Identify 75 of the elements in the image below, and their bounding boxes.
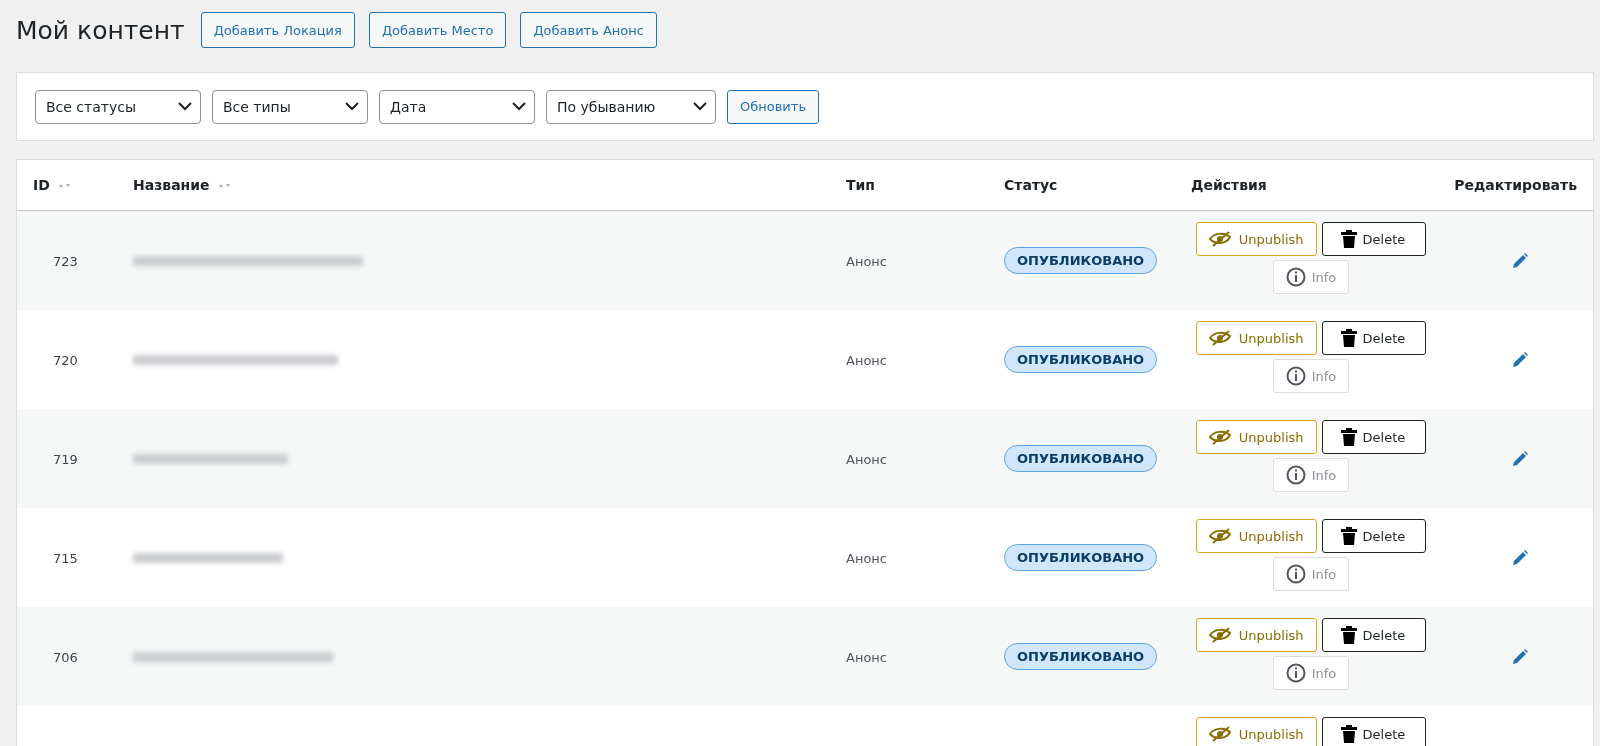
eye-slash-icon [1208, 627, 1233, 643]
pencil-icon[interactable] [1511, 449, 1529, 468]
filter-select[interactable]: Дата [379, 89, 535, 124]
status-badge: ОПУБЛИКОВАНО [1004, 445, 1158, 472]
trash-icon [1340, 725, 1357, 743]
filter-select[interactable]: Все типы [212, 89, 368, 124]
info-button[interactable]: Info [1272, 359, 1350, 393]
status-badge: ОПУБЛИКОВАНО [1004, 247, 1158, 274]
id-cell-text: 720 [52, 353, 78, 368]
trash-icon [1340, 230, 1357, 248]
status-badge: ОПУБЛИКОВАНО [1004, 544, 1158, 571]
unpublish-button[interactable]: Unpublish [1195, 321, 1317, 355]
eye-slash-icon [1208, 330, 1233, 346]
eye-slash-icon [1208, 726, 1233, 742]
delete-button[interactable]: Delete [1321, 717, 1427, 746]
type-cell: Анонс [846, 650, 887, 665]
sort-arrows-icon [57, 182, 72, 188]
column-header[interactable]: Название [133, 177, 210, 193]
unpublish-button[interactable]: Unpublish [1195, 717, 1317, 746]
id-cell-text: 719 [52, 452, 78, 467]
info-icon [1285, 663, 1306, 683]
eye-slash-icon [1208, 528, 1233, 544]
column-header: Редактировать [1454, 177, 1577, 193]
unpublish-button[interactable]: Unpublish [1195, 519, 1317, 553]
status-badge: ОПУБЛИКОВАНО [1004, 643, 1158, 670]
add-button[interactable]: Добавить Место [368, 12, 507, 48]
sort-arrows-icon [217, 182, 232, 188]
info-icon [1285, 267, 1306, 287]
pencil-icon[interactable] [1511, 251, 1529, 270]
column-header: Тип [846, 177, 876, 193]
pencil-icon[interactable] [1511, 647, 1529, 666]
info-icon [1285, 366, 1306, 386]
column-header: Статус [1004, 177, 1058, 193]
add-button[interactable]: Добавить Анонс [520, 12, 657, 48]
trash-icon [1340, 428, 1357, 446]
add-button[interactable]: Добавить Локация [200, 12, 355, 48]
delete-button[interactable]: Delete [1321, 420, 1427, 454]
chevron-down-icon [512, 102, 526, 111]
info-icon [1285, 465, 1306, 485]
page-title: Мой контент [16, 15, 186, 45]
info-button[interactable]: Info [1272, 260, 1350, 294]
column-header: Действия [1191, 177, 1267, 193]
trash-icon [1340, 527, 1357, 545]
info-button[interactable]: Info [1272, 458, 1350, 492]
column-header[interactable]: ID [33, 177, 50, 193]
filter-select[interactable]: Все статусы [35, 89, 201, 124]
eye-slash-icon [1208, 429, 1233, 445]
type-cell: Анонс [846, 551, 887, 566]
filter-select[interactable]: По убыванию [546, 89, 716, 124]
type-cell: Анонс [846, 452, 887, 467]
delete-button[interactable]: Delete [1321, 321, 1427, 355]
id-cell-text: 723 [52, 254, 78, 269]
type-cell: Анонс [846, 254, 887, 269]
pencil-icon[interactable] [1511, 548, 1529, 567]
info-button[interactable]: Info [1272, 656, 1350, 690]
chevron-down-icon [693, 102, 707, 111]
eye-slash-icon [1208, 231, 1233, 247]
id-cell-text: 715 [52, 551, 78, 566]
unpublish-button[interactable]: Unpublish [1195, 420, 1317, 454]
delete-button[interactable]: Delete [1321, 519, 1427, 553]
delete-button[interactable]: Delete [1321, 618, 1427, 652]
unpublish-button[interactable]: Unpublish [1195, 618, 1317, 652]
refresh-button[interactable]: Обновить [727, 89, 820, 124]
chevron-down-icon [345, 102, 359, 111]
type-cell: Анонс [846, 353, 887, 368]
chevron-down-icon [178, 102, 192, 111]
trash-icon [1340, 329, 1357, 347]
pencil-icon[interactable] [1511, 350, 1529, 369]
trash-icon [1340, 626, 1357, 644]
info-icon [1285, 564, 1306, 584]
id-cell-text: 706 [52, 650, 78, 665]
delete-button[interactable]: Delete [1321, 222, 1427, 256]
info-button[interactable]: Info [1272, 557, 1350, 591]
status-badge: ОПУБЛИКОВАНО [1004, 346, 1158, 373]
unpublish-button[interactable]: Unpublish [1195, 222, 1317, 256]
